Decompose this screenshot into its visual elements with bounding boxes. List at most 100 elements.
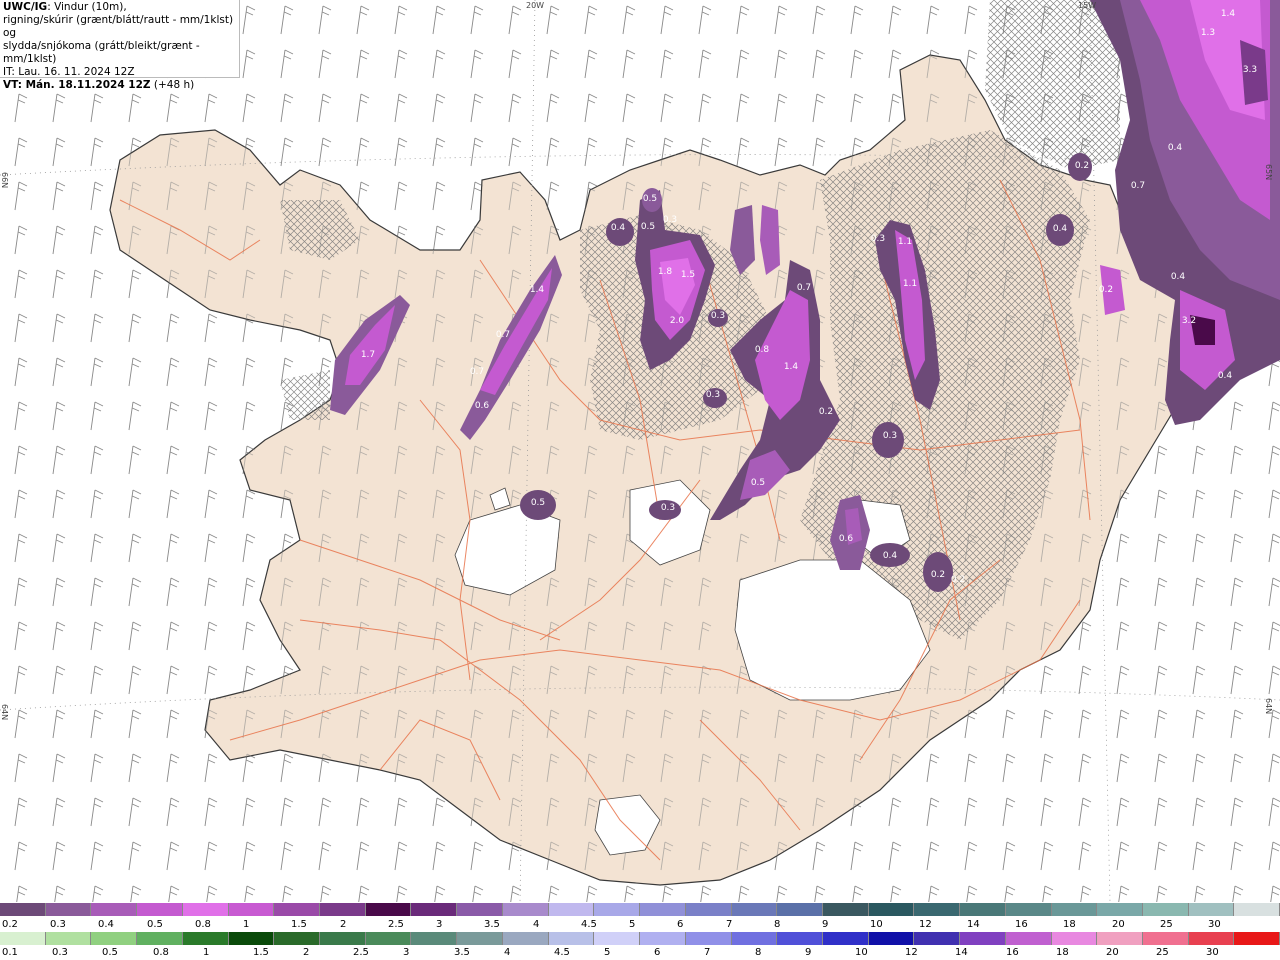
precip-value-label: 1.4 bbox=[1221, 9, 1236, 19]
legend-snow-label: 2.5 bbox=[388, 919, 404, 930]
legend-rain-swatches bbox=[0, 932, 1280, 948]
legend-snow-label: 1 bbox=[243, 919, 250, 930]
precip-value-label: 0.3 bbox=[711, 311, 725, 321]
info-line-1: UWC/IG: Vindur (10m), bbox=[3, 1, 236, 14]
precip-value-label: 1.1 bbox=[903, 279, 917, 289]
legend-snow-label: 6 bbox=[677, 919, 684, 930]
precip-value-label: 0.5 bbox=[531, 498, 545, 508]
info-line-3: slydda/snjókoma (grátt/bleikt/grænt - mm… bbox=[3, 40, 200, 65]
precip-value-label: 0.2 bbox=[819, 407, 833, 417]
legend-rain-swatch bbox=[365, 932, 412, 945]
legend-snow-label: 0.3 bbox=[50, 919, 66, 930]
precip-value-label: 1.7 bbox=[361, 350, 375, 360]
precip-value-label: 1.4 bbox=[530, 285, 545, 295]
precip-value-label: 1.3 bbox=[1201, 28, 1215, 38]
legend-snow-swatch bbox=[320, 903, 366, 916]
precip-value-label: 0.2 bbox=[681, 530, 695, 540]
precip-value-label: 0.6 bbox=[839, 534, 854, 544]
legend-snow-swatch bbox=[868, 903, 915, 916]
legend-snow-label: 12 bbox=[919, 919, 932, 930]
legend-rain-label: 1 bbox=[203, 947, 210, 958]
legend-snow-label: 8 bbox=[774, 919, 781, 930]
legend-rain-swatch bbox=[228, 932, 275, 945]
legend-rain-label: 9 bbox=[805, 947, 812, 958]
legend-snow-swatch bbox=[0, 903, 46, 916]
legend-rain-swatch bbox=[274, 932, 321, 945]
legend-rain-swatch bbox=[548, 932, 595, 945]
legend-rain-swatch bbox=[137, 932, 183, 945]
info-line-4: IT: Lau. 16. 11. 2024 12Z bbox=[3, 66, 135, 78]
precip-value-label: 0.4 bbox=[1171, 272, 1186, 282]
legend-snow-label: 5 bbox=[629, 919, 636, 930]
lat-label-66n: 66N bbox=[0, 172, 9, 188]
precip-value-label: 0.7 bbox=[1131, 181, 1145, 191]
legend-snow-swatch bbox=[228, 903, 275, 916]
legend-rain-label: 5 bbox=[604, 947, 611, 958]
precip-value-label: 0.2 bbox=[931, 570, 945, 580]
precip-value-label: 0.7 bbox=[470, 367, 484, 377]
precip-value-label: 2.0 bbox=[670, 316, 685, 326]
precip-value-label: 0.2 bbox=[1099, 285, 1113, 295]
legend-rain-swatch bbox=[1188, 932, 1235, 945]
precip-value-label: 0.3 bbox=[706, 390, 720, 400]
legend-rain-swatch bbox=[1005, 932, 1052, 945]
precip-value-label: 0.4 bbox=[1168, 143, 1183, 153]
legend-snow-label: 3.5 bbox=[484, 919, 500, 930]
legend-rain-swatch bbox=[640, 932, 686, 945]
precip-value-label: 1.4 bbox=[784, 362, 799, 372]
legend-snow-swatch bbox=[91, 903, 138, 916]
legend-rain-label: 10 bbox=[855, 947, 868, 958]
legend-rain-swatch bbox=[45, 932, 92, 945]
precip-value-label: 0.3 bbox=[871, 234, 885, 244]
legend-snow-label: 7 bbox=[726, 919, 733, 930]
precip-value-label: 0.3 bbox=[663, 215, 677, 225]
legend-snow-swatch bbox=[777, 903, 823, 916]
legend-snow-swatch bbox=[137, 903, 183, 916]
legend-rain-swatch bbox=[777, 932, 823, 945]
legend-snow-label: 18 bbox=[1063, 919, 1076, 930]
legend-snow-swatch bbox=[1188, 903, 1235, 916]
legend-rain-swatch bbox=[685, 932, 732, 945]
precip-value-label: 0.4 bbox=[1218, 371, 1233, 381]
legend-snow-swatches bbox=[0, 903, 1280, 919]
precip-value-label: 0.2 bbox=[951, 575, 965, 585]
legend-snow-labels: 0.2 0.3 0.4 0.5 0.8 1 1.5 2 2.5 3 3.5 4 4.5 5 6 7 8 9 10 12… bbox=[0, 919, 1280, 931]
model-name: UWC/IG bbox=[3, 1, 48, 13]
legend-rain-label: 30 bbox=[1206, 947, 1219, 958]
legend-snow-swatch bbox=[1051, 903, 1098, 916]
legend-snow-label: 2 bbox=[340, 919, 347, 930]
lon-label-20w: 20W bbox=[526, 1, 544, 10]
precip-value-label: 0.4 bbox=[1053, 224, 1068, 234]
legend-rain-swatch bbox=[1142, 932, 1189, 945]
legend-snow-swatch bbox=[640, 903, 686, 916]
info-line-5: VT: Mán. 18.11.2024 12Z (+48 h) bbox=[3, 79, 236, 92]
lat-label-64n-right: 64N bbox=[1264, 698, 1273, 714]
legend-rain-swatch bbox=[411, 932, 458, 945]
legend-rain-label: 1.5 bbox=[253, 947, 269, 958]
legend-rain-swatch bbox=[1051, 932, 1098, 945]
precip-value-label: 0.7 bbox=[496, 330, 510, 340]
legend-rain-swatch bbox=[594, 932, 641, 945]
legend-rain-swatch bbox=[457, 932, 503, 945]
precip-value-label: 0.3 bbox=[883, 431, 897, 441]
legend-rain-swatch bbox=[731, 932, 778, 945]
legend-snow-swatch bbox=[1005, 903, 1052, 916]
valid-time: VT: Mán. 18.11.2024 12Z bbox=[3, 79, 151, 91]
legend-snow-swatch bbox=[411, 903, 458, 916]
legend-snow-label: 3 bbox=[436, 919, 443, 930]
legend-rain-label: 18 bbox=[1056, 947, 1069, 958]
info-line-2: rigning/skúrir (grænt/blátt/rautt - mm/1… bbox=[3, 14, 234, 39]
lead-time: (+48 h) bbox=[150, 79, 195, 91]
legend-snow-label: 0.4 bbox=[98, 919, 114, 930]
legend-rain-label: 3 bbox=[403, 947, 410, 958]
legend-rain-swatch bbox=[0, 932, 46, 945]
legend-rain-label: 7 bbox=[704, 947, 711, 958]
legend-snow-swatch bbox=[960, 903, 1006, 916]
legend-rain-swatch bbox=[1097, 932, 1143, 945]
legend-snow-swatch bbox=[1142, 903, 1189, 916]
legend-snow-label: 10 bbox=[870, 919, 883, 930]
legend-snow-swatch bbox=[731, 903, 778, 916]
legend-snow-label: 20 bbox=[1112, 919, 1125, 930]
legend-snow-swatch bbox=[365, 903, 412, 916]
precip-value-label: 0.4 bbox=[883, 551, 898, 561]
